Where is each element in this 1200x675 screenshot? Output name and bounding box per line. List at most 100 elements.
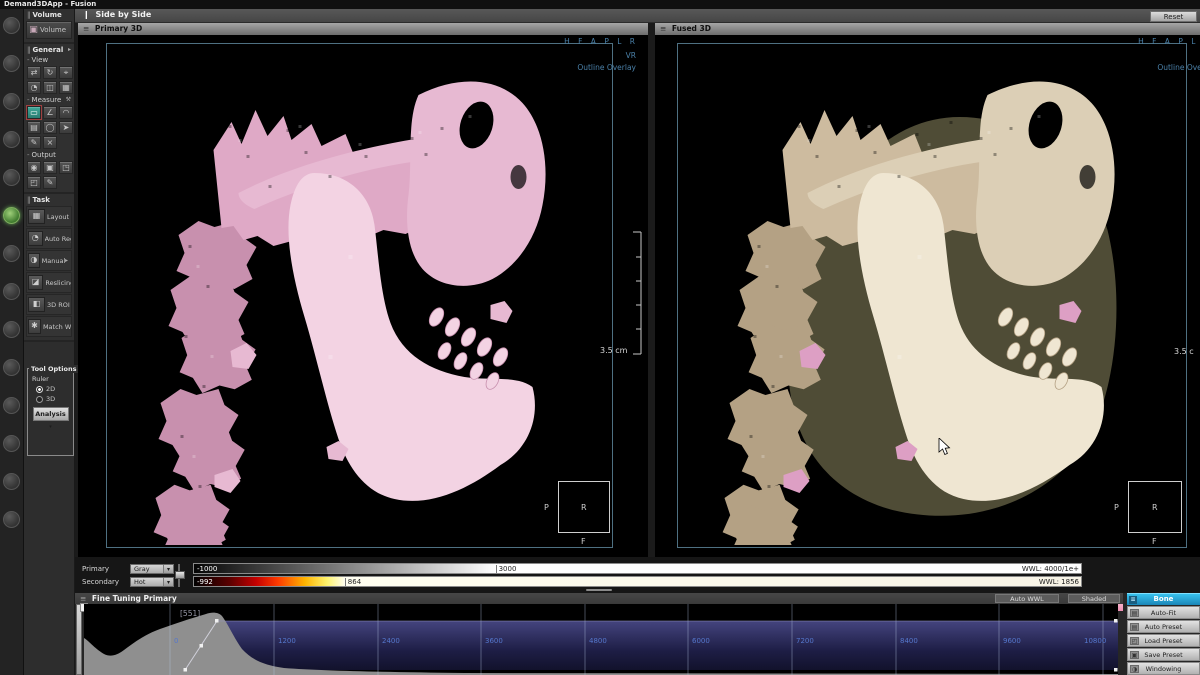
histogram-plot[interactable]: [551] 0 1200 2400 3600 4800 6000 7200 84…: [84, 604, 1118, 675]
reset-view-button[interactable]: ▦: [59, 81, 73, 94]
volume-header: ‖Volume: [24, 9, 74, 20]
volume-icon: ▣: [27, 25, 40, 35]
pan-tool-button[interactable]: ⇄: [27, 66, 41, 79]
task-item-3d-roi[interactable]: ◧ 3D ROI: [26, 294, 72, 315]
orientation-overlay-text: H F A P L R: [1138, 37, 1200, 46]
task-item-manual-reg[interactable]: ◑ Manual R... ▸: [26, 250, 72, 271]
section-handle-icon: ‖: [27, 46, 31, 54]
delete-measure-button[interactable]: ×: [43, 136, 57, 149]
primary-marker-value[interactable]: 3000: [496, 565, 517, 573]
analysis-button[interactable]: Analysis ▾: [33, 407, 69, 421]
task-item-reslicing[interactable]: ◪ Reslicing: [26, 272, 72, 293]
volume-section: ‖Volume ▣ Volume: [24, 9, 74, 44]
panel-menu-icon[interactable]: ≡: [83, 24, 89, 33]
secondary-marker-value[interactable]: 864: [345, 578, 361, 586]
tool-circle-icon[interactable]: [3, 321, 20, 338]
task-item-match-wwl[interactable]: ✱ Match WWL: [26, 316, 72, 337]
copy-button[interactable]: ▣: [43, 161, 57, 174]
ruler-tool-button[interactable]: ▭: [27, 106, 41, 119]
secondary-min-value: -992: [197, 578, 213, 586]
flip-tool-button[interactable]: ◫: [43, 81, 57, 94]
load-preset-button[interactable]: ◰ Load Preset: [1127, 634, 1200, 647]
grid-tool-button[interactable]: ▤: [27, 121, 41, 134]
auto-fit-button[interactable]: ▤ Auto-Fit: [1127, 606, 1200, 619]
ruler-2d-radio[interactable]: 2D: [36, 385, 73, 393]
task-item-layout[interactable]: ▦ Layout: [26, 206, 72, 227]
tool-circle-icon[interactable]: [3, 169, 20, 186]
ruler-3d-radio[interactable]: 3D: [36, 395, 73, 403]
panel-resize-handle[interactable]: [586, 589, 612, 591]
blend-slider-knob[interactable]: [175, 571, 185, 579]
save-preset-button[interactable]: ▣ Save Preset: [1127, 648, 1200, 661]
tool-circle-icon[interactable]: [3, 359, 20, 376]
tool-circle-icon[interactable]: [3, 93, 20, 110]
collapse-icon[interactable]: ▸: [68, 46, 71, 53]
tool-circle-icon[interactable]: [3, 131, 20, 148]
primary-3d-header[interactable]: ≡ Primary 3D: [78, 23, 648, 35]
section-handle-icon: ‖: [27, 11, 31, 19]
tool-circle-icon[interactable]: [3, 245, 20, 262]
tool-circle-icon[interactable]: [3, 473, 20, 490]
axis-tick: 4800: [589, 637, 607, 645]
reslicing-icon: ◪: [28, 275, 43, 290]
brush-tool-button[interactable]: ✎: [27, 136, 41, 149]
export-button[interactable]: ◳: [59, 161, 73, 174]
outline-overlay-label: Outline Overlay: [577, 63, 636, 72]
windowing-button[interactable]: ◑ Windowing: [1127, 662, 1200, 675]
auto-preset-button[interactable]: ▤ Auto Preset: [1127, 620, 1200, 633]
primary-window-bar[interactable]: -1000 3000 WWL: 4000/1e+: [193, 563, 1082, 574]
tool-circle-icon[interactable]: [3, 511, 20, 528]
zoom-tool-button[interactable]: ⌖: [59, 66, 73, 79]
secondary-window-bar[interactable]: -992 864 WWL: 1856: [193, 576, 1082, 587]
tool-circle-icon[interactable]: [3, 435, 20, 452]
primary-row-label: Primary: [82, 565, 109, 573]
tool-circle-icon-active[interactable]: [3, 207, 20, 224]
reset-button[interactable]: Reset: [1150, 11, 1197, 22]
blend-slider[interactable]: [178, 564, 180, 587]
tool-circle-icon[interactable]: [3, 55, 20, 72]
fine-tuning-panel: ≡ Fine Tuning Primary Auto WWL Shaded ≡ …: [75, 593, 1200, 675]
save-preset-icon: ▣: [1130, 651, 1139, 659]
orientation-f: F: [581, 537, 586, 546]
axis-tick: 2400: [382, 637, 400, 645]
orientation-overlay-text: H F A P L R: [564, 37, 638, 46]
save-output-button[interactable]: ◰: [27, 176, 41, 189]
fused-3d-viewport[interactable]: ≡ Fused 3D H F A P L R VR Outline Overla…: [655, 23, 1200, 557]
pointer-tool-button[interactable]: ➤: [59, 121, 73, 134]
tool-circle-icon[interactable]: [3, 17, 20, 34]
sphere-tool-button[interactable]: ◯: [43, 121, 57, 134]
tool-circle-icon[interactable]: [3, 283, 20, 300]
wrench-icon[interactable]: ⚒: [66, 96, 71, 103]
tool-circle-icon[interactable]: [3, 397, 20, 414]
primary-volume-render[interactable]: [116, 55, 621, 545]
volume-button[interactable]: ▣ Volume: [26, 21, 72, 39]
auto-reg-icon: ◔: [28, 231, 43, 246]
bone-preset-button[interactable]: ≡ Bone: [1127, 593, 1200, 605]
curve-tool-button[interactable]: ◠: [59, 106, 73, 119]
load-preset-icon: ◰: [1130, 637, 1139, 645]
spin-tool-button[interactable]: ◔: [27, 81, 41, 94]
task-item-auto-reg[interactable]: ◔ Auto Reg.: [26, 228, 72, 249]
general-section: ‖General▸ -View ⇄ ↻ ⌖ ◔ ◫ ▦ -Measure⚒ ▭ …: [24, 44, 74, 194]
annotate-button[interactable]: ✎: [43, 176, 57, 189]
fine-tuning-header[interactable]: ≡ Fine Tuning Primary: [75, 593, 1123, 604]
snapshot-button[interactable]: ◉: [27, 161, 41, 174]
angle-tool-button[interactable]: ∠: [43, 106, 57, 119]
primary-3d-viewport[interactable]: ≡ Primary 3D H F A P L R VR Outline Over…: [78, 23, 648, 557]
shaded-button[interactable]: Shaded: [1068, 594, 1120, 603]
auto-wwl-button[interactable]: Auto WWL: [995, 594, 1059, 603]
window-region: [185, 621, 1118, 670]
auto-fit-icon: ▤: [1130, 609, 1139, 617]
application-window: Demand3DApp - Fusion ‖Volume ▣ Volume ‖G…: [0, 0, 1200, 675]
histogram-scrollbar[interactable]: [76, 604, 82, 675]
fused-3d-header[interactable]: ≡ Fused 3D: [655, 23, 1200, 35]
panel-menu-icon[interactable]: ≡: [660, 24, 666, 33]
roi-icon: ◧: [28, 297, 45, 312]
panel-menu-icon[interactable]: ≡: [80, 594, 86, 603]
secondary-colormap-select[interactable]: Hot ▾: [130, 577, 174, 587]
rotate-tool-button[interactable]: ↻: [43, 66, 57, 79]
tool-sidebar: ‖Volume ▣ Volume ‖General▸ -View ⇄ ↻ ⌖ ◔…: [24, 9, 75, 675]
fused-volume-render[interactable]: [685, 55, 1190, 545]
primary-colormap-select[interactable]: Gray ▾: [130, 564, 174, 574]
mouse-cursor: [938, 438, 952, 456]
